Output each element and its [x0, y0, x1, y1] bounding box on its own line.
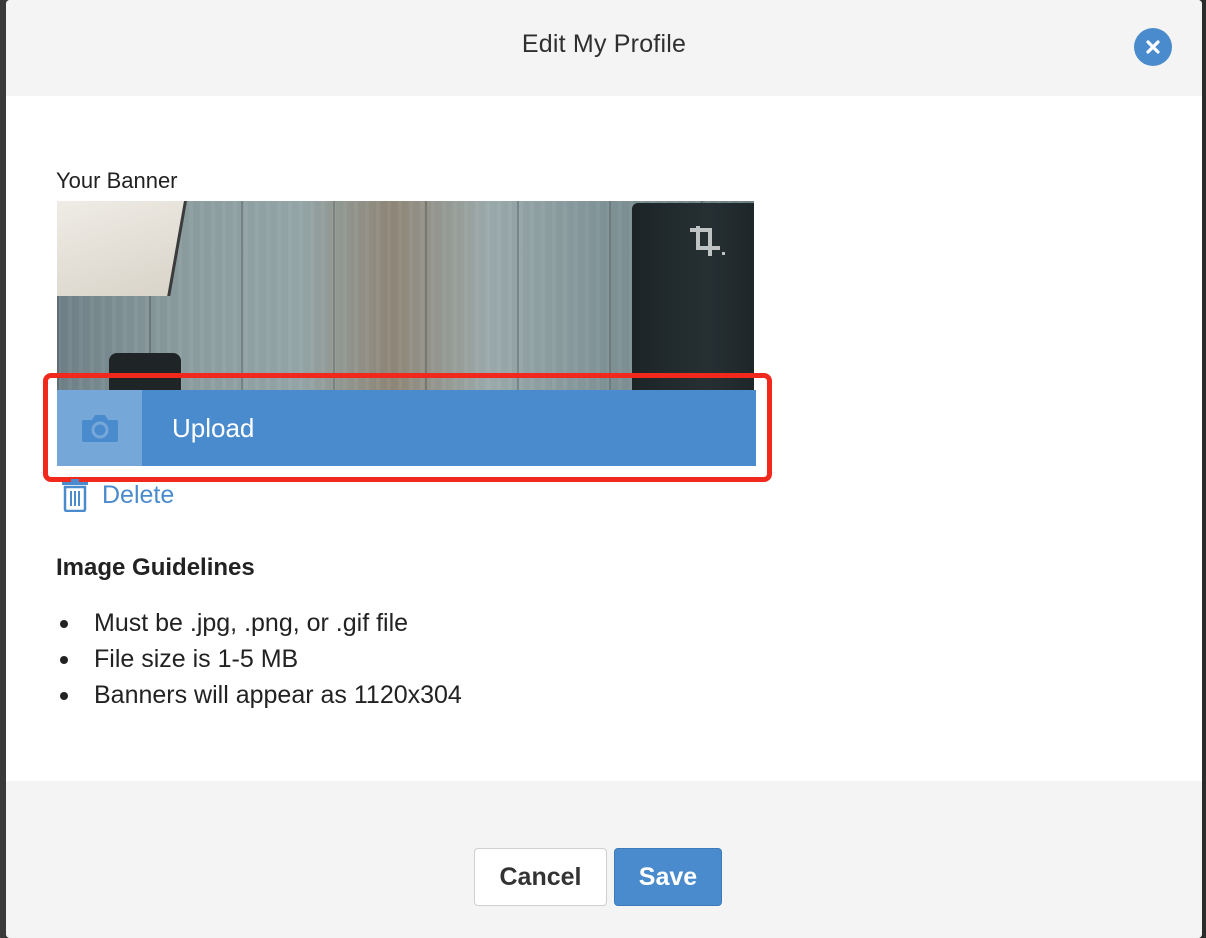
delete-label: Delete: [102, 480, 175, 509]
guideline-text: Banners will appear as 1120x304: [94, 681, 462, 709]
bullet-icon: [60, 656, 68, 664]
close-icon: [1146, 40, 1160, 54]
banner-notebook: [57, 201, 188, 296]
list-item: Must be .jpg, .png, or .gif file: [56, 606, 462, 642]
delete-button[interactable]: Delete: [60, 478, 174, 512]
guidelines-title: Image Guidelines: [56, 554, 255, 581]
list-item: Banners will appear as 1120x304: [56, 678, 462, 714]
guidelines-list: Must be .jpg, .png, or .gif file File si…: [56, 606, 462, 714]
guideline-text: File size is 1-5 MB: [94, 645, 299, 673]
upload-label: Upload: [172, 412, 255, 443]
upload-icon-box: [57, 390, 142, 466]
banner-label: Your Banner: [56, 168, 178, 193]
modal-header: Edit My Profile: [6, 0, 1202, 96]
cancel-button[interactable]: Cancel: [474, 848, 607, 906]
upload-button[interactable]: Upload: [57, 390, 756, 466]
save-button[interactable]: Save: [614, 848, 722, 906]
list-item: File size is 1-5 MB: [56, 642, 462, 678]
bullet-icon: [60, 620, 68, 628]
edit-profile-modal: Edit My Profile Your Banner Upload Delet…: [6, 0, 1202, 938]
crop-icon[interactable]: [686, 222, 726, 262]
modal-title: Edit My Profile: [521, 30, 687, 58]
camera-icon: [81, 415, 118, 442]
guideline-text: Must be .jpg, .png, or .gif file: [94, 609, 409, 637]
close-button[interactable]: [1134, 28, 1172, 66]
trash-icon: [62, 479, 88, 512]
bullet-icon: [60, 692, 68, 700]
banner-image: [57, 201, 754, 390]
